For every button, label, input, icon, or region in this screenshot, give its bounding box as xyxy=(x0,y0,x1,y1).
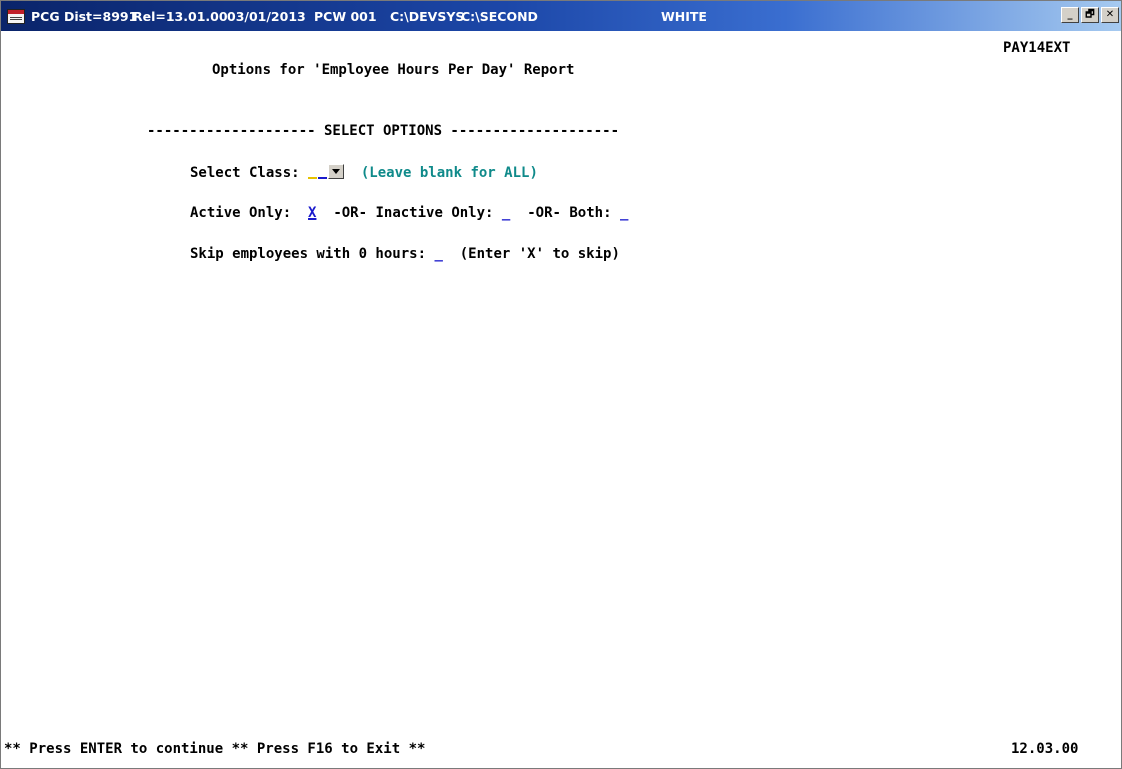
select-class-hint: (Leave blank for ALL) xyxy=(360,165,538,181)
active-only-field[interactable]: X xyxy=(308,205,316,221)
title-pcw: PCW 001 xyxy=(314,9,377,24)
section-header: -------------------- SELECT OPTIONS ----… xyxy=(147,123,620,139)
app-icon[interactable] xyxy=(7,9,25,24)
page-title: Options for 'Employee Hours Per Day' Rep… xyxy=(212,62,575,78)
inactive-only-field[interactable]: _ xyxy=(502,205,510,221)
footer-prompt: ** Press ENTER to continue ** Press F16 … xyxy=(4,741,426,757)
select-class-row: Select Class: (Leave blank for ALL) xyxy=(190,164,538,182)
select-class-label: Select Class: xyxy=(190,165,300,181)
skip-zero-field[interactable]: _ xyxy=(434,246,442,262)
title-dist: PCG Dist=8991 xyxy=(31,9,138,24)
title-bar[interactable]: PCG Dist=8991 Rel=13.01.00 03/01/2013 PC… xyxy=(1,1,1121,31)
title-color: WHITE xyxy=(661,9,707,24)
maximize-button[interactable]: 🗗 xyxy=(1081,7,1099,23)
select-class-input[interactable] xyxy=(308,165,328,181)
title-release: Rel=13.01.00 xyxy=(133,9,228,24)
skip-zero-row: Skip employees with 0 hours: _ (Enter 'X… xyxy=(190,245,620,263)
close-button[interactable]: ✕ xyxy=(1101,7,1119,23)
program-id: PAY14EXT xyxy=(1003,40,1071,56)
version-label: 12.03.00 xyxy=(1011,741,1079,757)
terminal-screen: PAY14EXT Options for 'Employee Hours Per… xyxy=(1,31,1121,768)
skip-zero-hint: (Enter 'X' to skip) xyxy=(459,246,620,262)
active-only-label: Active Only: xyxy=(190,205,292,221)
select-class-underline-2 xyxy=(318,177,328,179)
or-label-2: -OR- xyxy=(527,205,561,221)
minimize-button[interactable]: _ xyxy=(1061,7,1079,23)
inactive-only-label: Inactive Only: xyxy=(375,205,494,221)
title-path-devsys: C:\DEVSYS xyxy=(390,9,465,24)
both-field[interactable]: _ xyxy=(620,205,628,221)
window-controls: _ 🗗 ✕ xyxy=(1061,7,1119,23)
title-path-second: C:\SECOND xyxy=(461,9,538,24)
chevron-down-icon[interactable] xyxy=(328,164,345,179)
select-class-underline-1 xyxy=(308,177,318,179)
terminal-window: PCG Dist=8991 Rel=13.01.00 03/01/2013 PC… xyxy=(0,0,1122,769)
status-row: Active Only: X -OR- Inactive Only: _ -OR… xyxy=(190,204,628,222)
skip-zero-label: Skip employees with 0 hours: xyxy=(190,246,427,262)
or-label-1: -OR- xyxy=(333,205,368,221)
both-label: Both: xyxy=(569,205,612,221)
title-date: 03/01/2013 xyxy=(227,9,306,24)
